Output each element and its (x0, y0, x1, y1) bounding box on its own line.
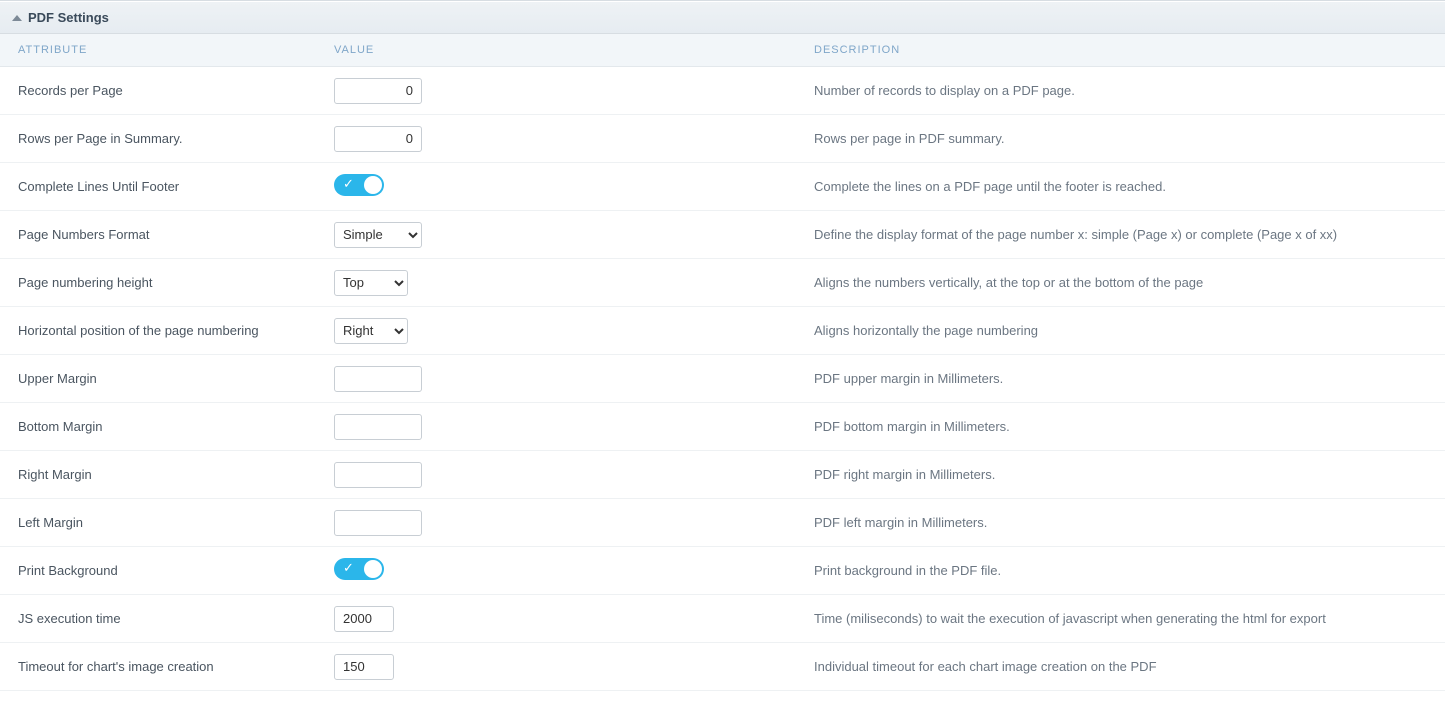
bottom-margin-input[interactable] (334, 414, 422, 440)
check-icon: ✓ (343, 176, 354, 192)
row-page-numbering-height: Page numbering height Top Aligns the num… (0, 259, 1445, 307)
attr-label: JS execution time (18, 611, 334, 626)
attr-label: Upper Margin (18, 371, 334, 386)
attr-desc: Time (miliseconds) to wait the execution… (814, 611, 1445, 626)
attr-label: Print Background (18, 563, 334, 578)
row-complete-lines: Complete Lines Until Footer ✓ Complete t… (0, 163, 1445, 211)
attr-desc: Number of records to display on a PDF pa… (814, 83, 1445, 98)
upper-margin-input[interactable] (334, 366, 422, 392)
page-numbering-height-select[interactable]: Top (334, 270, 408, 296)
row-page-numbers-format: Page Numbers Format Simple Define the di… (0, 211, 1445, 259)
rows-per-page-summary-input[interactable] (334, 126, 422, 152)
row-left-margin: Left Margin PDF left margin in Millimete… (0, 499, 1445, 547)
attr-label: Left Margin (18, 515, 334, 530)
toggle-knob (364, 560, 382, 578)
complete-lines-toggle[interactable]: ✓ (334, 174, 384, 196)
row-print-background: Print Background ✓ Print background in t… (0, 547, 1445, 595)
header-description: DESCRIPTION (814, 44, 1445, 56)
row-bottom-margin: Bottom Margin PDF bottom margin in Milli… (0, 403, 1445, 451)
attr-label: Records per Page (18, 83, 334, 98)
attr-label: Complete Lines Until Footer (18, 179, 334, 194)
attr-desc: Aligns horizontally the page numbering (814, 323, 1445, 338)
row-js-exec-time: JS execution time Time (miliseconds) to … (0, 595, 1445, 643)
row-page-numbering-hpos: Horizontal position of the page numberin… (0, 307, 1445, 355)
attr-desc: PDF left margin in Millimeters. (814, 515, 1445, 530)
toggle-knob (364, 176, 382, 194)
attr-desc: Rows per page in PDF summary. (814, 131, 1445, 146)
row-chart-timeout: Timeout for chart's image creation Indiv… (0, 643, 1445, 691)
panel-title: PDF Settings (28, 10, 109, 25)
pdf-settings-panel: PDF Settings ATTRIBUTE VALUE DESCRIPTION… (0, 0, 1445, 691)
row-upper-margin: Upper Margin PDF upper margin in Millime… (0, 355, 1445, 403)
row-right-margin: Right Margin PDF right margin in Millime… (0, 451, 1445, 499)
print-background-toggle[interactable]: ✓ (334, 558, 384, 580)
page-numbering-hpos-select[interactable]: Right (334, 318, 408, 344)
check-icon: ✓ (343, 560, 354, 576)
attr-desc: PDF bottom margin in Millimeters. (814, 419, 1445, 434)
attr-desc: Print background in the PDF file. (814, 563, 1445, 578)
attr-desc: Individual timeout for each chart image … (814, 659, 1445, 674)
header-attribute: ATTRIBUTE (18, 44, 334, 56)
left-margin-input[interactable] (334, 510, 422, 536)
attr-label: Bottom Margin (18, 419, 334, 434)
collapse-icon (12, 15, 22, 21)
attr-label: Horizontal position of the page numberin… (18, 323, 334, 338)
page-numbers-format-select[interactable]: Simple (334, 222, 422, 248)
chart-timeout-input[interactable] (334, 654, 394, 680)
attr-desc: PDF right margin in Millimeters. (814, 467, 1445, 482)
js-exec-time-input[interactable] (334, 606, 394, 632)
attr-desc: Complete the lines on a PDF page until t… (814, 179, 1445, 194)
records-per-page-input[interactable] (334, 78, 422, 104)
attr-desc: Aligns the numbers vertically, at the to… (814, 275, 1445, 290)
right-margin-input[interactable] (334, 462, 422, 488)
attr-label: Timeout for chart's image creation (18, 659, 334, 674)
attr-label: Rows per Page in Summary. (18, 131, 334, 146)
row-rows-per-page-summary: Rows per Page in Summary. Rows per page … (0, 115, 1445, 163)
attr-desc: Define the display format of the page nu… (814, 227, 1445, 242)
attr-label: Page Numbers Format (18, 227, 334, 242)
header-value: VALUE (334, 44, 814, 56)
row-records-per-page: Records per Page Number of records to di… (0, 67, 1445, 115)
attr-desc: PDF upper margin in Millimeters. (814, 371, 1445, 386)
column-headers: ATTRIBUTE VALUE DESCRIPTION (0, 34, 1445, 67)
attr-label: Page numbering height (18, 275, 334, 290)
panel-header[interactable]: PDF Settings (0, 1, 1445, 34)
attr-label: Right Margin (18, 467, 334, 482)
